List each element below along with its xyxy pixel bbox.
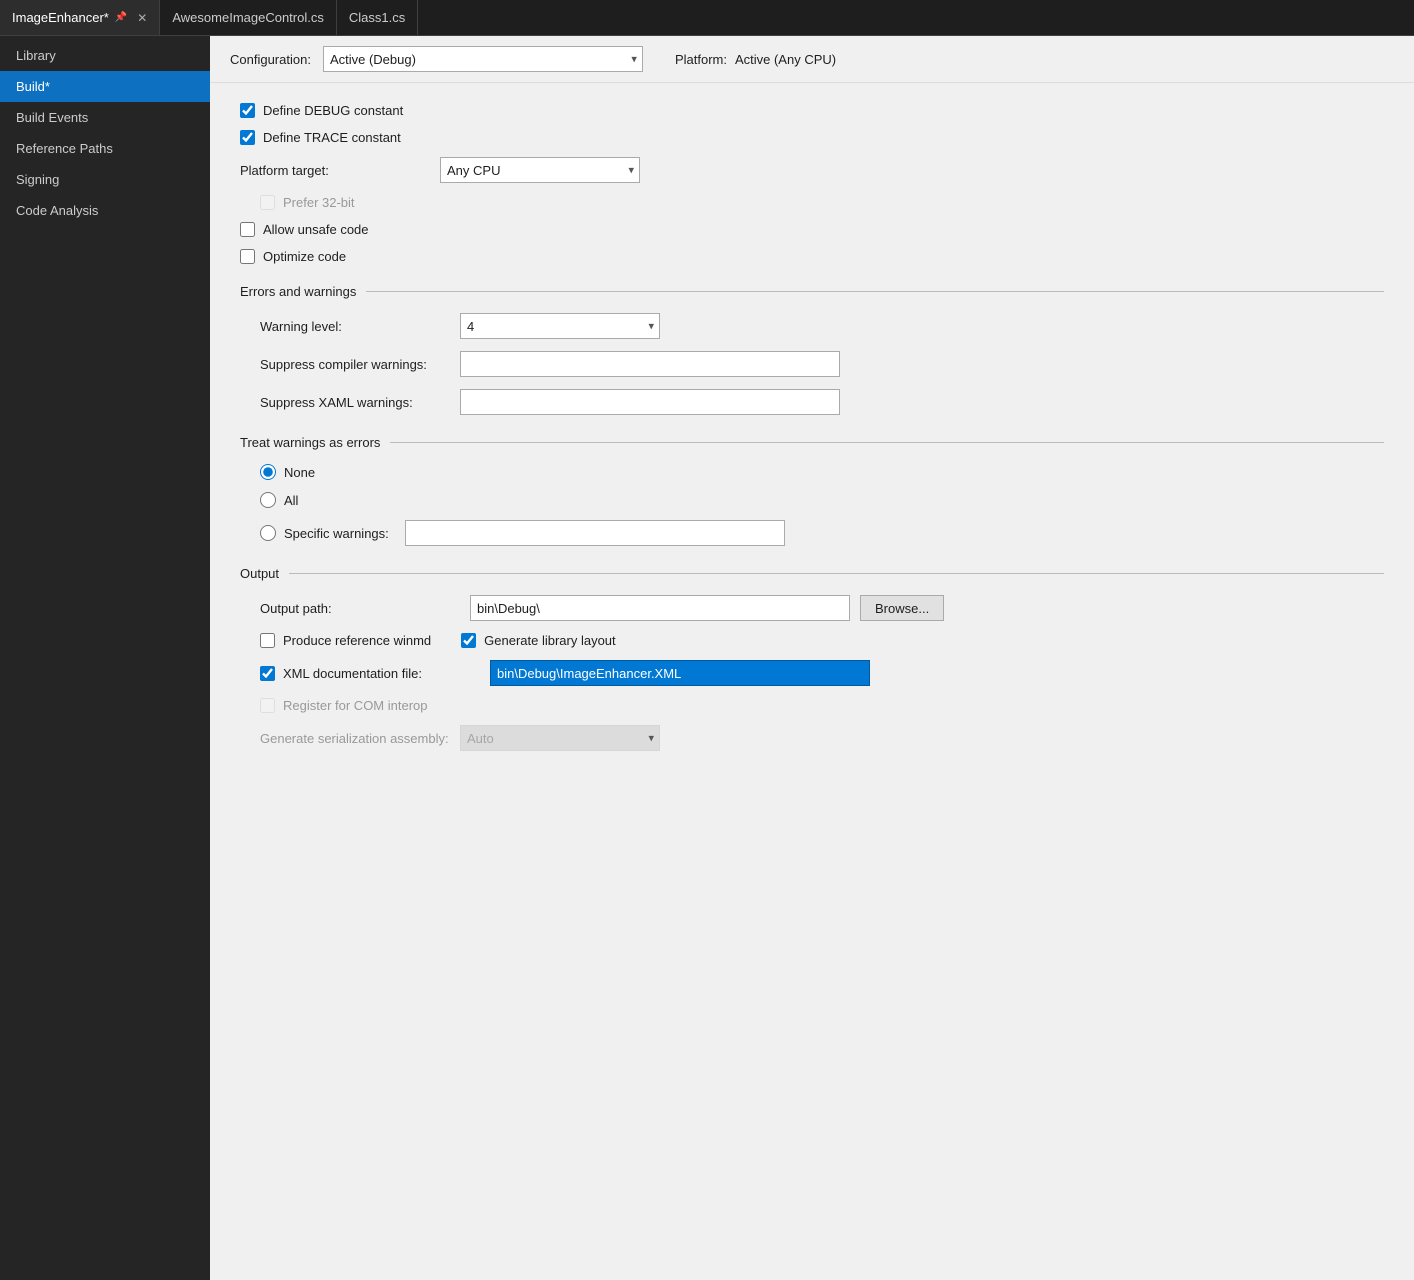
xml-doc-row: XML documentation file: [260,660,1384,686]
gen-serialization-select[interactable]: Auto [460,725,660,751]
treat-specific-label: Specific warnings: [284,526,389,541]
platform-value: Active (Any CPU) [735,52,836,67]
platform-target-row: Platform target: Any CPU x86 x64 ARM [240,157,1384,183]
allow-unsafe-label: Allow unsafe code [263,222,369,237]
browse-button[interactable]: Browse... [860,595,944,621]
treat-all-label: All [284,493,298,508]
define-trace-label: Define TRACE constant [263,130,401,145]
optimize-code-checkbox[interactable] [240,249,255,264]
produce-ref-winmd-label: Produce reference winmd [283,633,431,648]
prefer-32bit-label: Prefer 32-bit [283,195,355,210]
register-com-row: Register for COM interop [260,698,1384,713]
suppress-compiler-input[interactable] [460,351,840,377]
config-select-wrapper: Active (Debug) Debug Release All Configu… [323,46,643,72]
define-trace-row: Define TRACE constant [240,130,1384,145]
errors-warnings-header: Errors and warnings [240,284,1384,299]
treat-specific-radio[interactable] [260,525,276,541]
define-trace-checkbox[interactable] [240,130,255,145]
warning-level-select-wrapper: 0 1 2 3 4 [460,313,660,339]
generate-lib-layout-checkbox[interactable] [461,633,476,648]
treat-warnings-header: Treat warnings as errors [240,435,1384,450]
tab-label: Class1.cs [349,10,405,25]
sidebar-item-signing[interactable]: Signing [0,164,210,195]
suppress-xaml-label: Suppress XAML warnings: [260,395,460,410]
platform-target-select-wrapper: Any CPU x86 x64 ARM [440,157,640,183]
gen-serialization-row: Generate serialization assembly: Auto [260,725,1384,751]
tab-image-enhancer[interactable]: ImageEnhancer* 📌 ✕ [0,0,160,35]
produce-ref-winmd-checkbox[interactable] [260,633,275,648]
platform-label: Platform: [675,52,727,67]
tab-label: ImageEnhancer* [12,10,109,25]
tab-class1[interactable]: Class1.cs [337,0,418,35]
xml-doc-checkbox[interactable] [260,666,275,681]
errors-warnings-label: Errors and warnings [240,284,356,299]
allow-unsafe-checkbox[interactable] [240,222,255,237]
output-line [289,573,1384,574]
output-label: Output [240,566,279,581]
prefer-32bit-checkbox[interactable] [260,195,275,210]
output-header: Output [240,566,1384,581]
content-area: Configuration: Active (Debug) Debug Rele… [210,36,1414,1280]
xml-doc-checkbox-row: XML documentation file: [260,666,480,681]
errors-warnings-line [366,291,1384,292]
main-layout: Library Build* Build Events Reference Pa… [0,36,1414,1280]
define-debug-label: Define DEBUG constant [263,103,403,118]
xml-doc-input[interactable] [490,660,870,686]
treat-none-radio[interactable] [260,464,276,480]
treat-all-radio[interactable] [260,492,276,508]
tab-awesome-image-control[interactable]: AwesomeImageControl.cs [160,0,337,35]
config-label: Configuration: [230,52,311,67]
generate-lib-layout-row: Generate library layout [461,633,616,648]
warning-level-row: Warning level: 0 1 2 3 4 [260,313,1384,339]
platform-target-select[interactable]: Any CPU x86 x64 ARM [440,157,640,183]
pin-icon[interactable]: 📌 [115,12,127,23]
tab-bar: ImageEnhancer* 📌 ✕ AwesomeImageControl.c… [0,0,1414,36]
suppress-compiler-label: Suppress compiler warnings: [260,357,460,372]
config-bar: Configuration: Active (Debug) Debug Rele… [210,36,1414,83]
register-com-checkbox[interactable] [260,698,275,713]
form-area: Define DEBUG constant Define TRACE const… [210,83,1414,783]
close-icon[interactable]: ✕ [137,11,147,25]
define-debug-row: Define DEBUG constant [240,103,1384,118]
output-path-row: Output path: Browse... [260,595,1384,621]
warning-level-label: Warning level: [260,319,460,334]
sidebar-item-code-analysis[interactable]: Code Analysis [0,195,210,226]
xml-doc-label: XML documentation file: [283,666,422,681]
suppress-compiler-row: Suppress compiler warnings: [260,351,1384,377]
prefer-32bit-row: Prefer 32-bit [260,195,1384,210]
warning-level-select[interactable]: 0 1 2 3 4 [460,313,660,339]
treat-warnings-line [390,442,1384,443]
suppress-xaml-input[interactable] [460,389,840,415]
gen-serialization-label: Generate serialization assembly: [260,731,460,746]
platform-target-label: Platform target: [240,163,440,178]
treat-warnings-label: Treat warnings as errors [240,435,380,450]
platform-section: Platform: Active (Any CPU) [675,52,836,67]
sidebar-item-reference-paths[interactable]: Reference Paths [0,133,210,164]
output-path-label: Output path: [260,601,460,616]
suppress-xaml-row: Suppress XAML warnings: [260,389,1384,415]
winmd-library-row: Produce reference winmd Generate library… [260,633,1384,648]
produce-ref-winmd-row: Produce reference winmd [260,633,431,648]
treat-all-row: All [260,492,1384,508]
allow-unsafe-row: Allow unsafe code [240,222,1384,237]
sidebar: Library Build* Build Events Reference Pa… [0,36,210,1280]
define-debug-checkbox[interactable] [240,103,255,118]
sidebar-item-build[interactable]: Build* [0,71,210,102]
generate-lib-layout-label: Generate library layout [484,633,616,648]
optimize-code-row: Optimize code [240,249,1384,264]
sidebar-item-library[interactable]: Library [0,40,210,71]
sidebar-item-build-events[interactable]: Build Events [0,102,210,133]
optimize-code-label: Optimize code [263,249,346,264]
tab-label: AwesomeImageControl.cs [172,10,324,25]
output-path-input[interactable] [470,595,850,621]
gen-serialization-select-wrapper: Auto [460,725,660,751]
register-com-label: Register for COM interop [283,698,428,713]
treat-none-row: None [260,464,1384,480]
treat-specific-row: Specific warnings: [260,520,1384,546]
configuration-select[interactable]: Active (Debug) Debug Release All Configu… [323,46,643,72]
treat-none-label: None [284,465,315,480]
treat-specific-input[interactable] [405,520,785,546]
